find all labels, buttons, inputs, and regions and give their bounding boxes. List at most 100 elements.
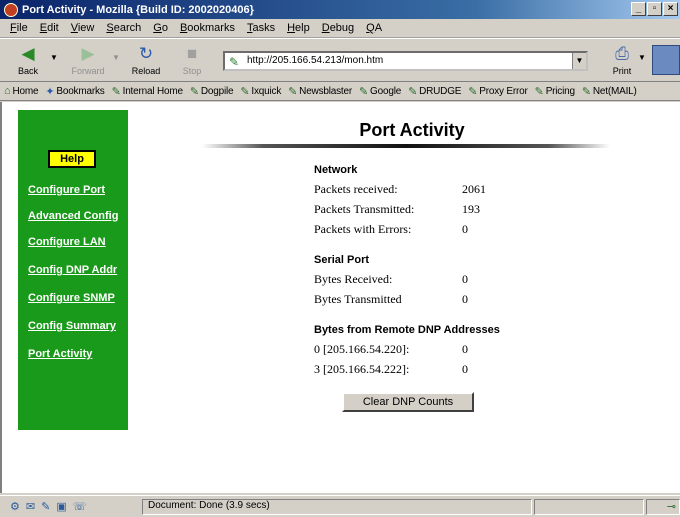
bookmark-icon: ✎ bbox=[534, 85, 544, 98]
status-text: Document: Done (3.9 secs) bbox=[148, 500, 270, 511]
throbber-icon[interactable] bbox=[652, 45, 680, 75]
packets-received-label: Packets received: bbox=[314, 182, 398, 196]
forward-arrow-icon: ▶ bbox=[81, 44, 95, 63]
print-dropdown-icon[interactable]: ▼ bbox=[638, 53, 646, 62]
network-heading: Network bbox=[314, 164, 358, 176]
bytes-transmitted-label: Bytes Transmitted bbox=[314, 292, 402, 306]
navigation-toolbar: ◀ Back ▼ ▶ Forward ▼ ↻ Reload ■ Stop ✎ h… bbox=[0, 38, 680, 82]
page-title: Port Activity bbox=[359, 120, 465, 140]
mozilla-icon bbox=[4, 2, 18, 17]
forward-label: Forward bbox=[71, 66, 105, 76]
back-dropdown-icon[interactable]: ▼ bbox=[50, 53, 58, 62]
print-label: Print bbox=[612, 66, 632, 76]
menu-search[interactable]: Search bbox=[106, 22, 141, 34]
bookmark-icon: ✎ bbox=[189, 85, 199, 98]
packets-transmitted-label: Packets Transmitted: bbox=[314, 202, 415, 216]
sidebar-link-config-dnp-addr[interactable]: Config DNP Addr bbox=[28, 264, 117, 276]
sidebar-link-configure-snmp[interactable]: Configure SNMP bbox=[28, 292, 115, 304]
menu-go[interactable]: Go bbox=[153, 22, 168, 34]
menu-qa[interactable]: QA bbox=[366, 22, 382, 34]
bookmark-newsblaster[interactable]: ✎ Newsblaster bbox=[288, 85, 352, 98]
minimize-button[interactable]: _ bbox=[631, 2, 646, 16]
sidebar-nav: Help Configure Port Advanced Config Conf… bbox=[18, 110, 128, 430]
addressbook-icon[interactable]: ▣ bbox=[56, 500, 66, 513]
site-icon: ✎ bbox=[229, 55, 240, 69]
bookmarks-icon: ✦ bbox=[45, 85, 55, 98]
dnp-heading: Bytes from Remote DNP Addresses bbox=[314, 324, 500, 336]
menu-tasks[interactable]: Tasks bbox=[247, 22, 275, 34]
url-dropdown-icon[interactable]: ▼ bbox=[572, 53, 586, 69]
reload-icon: ↻ bbox=[138, 44, 154, 63]
bookmark-icon: ✎ bbox=[468, 85, 478, 98]
dnp-address-value: 0 bbox=[462, 362, 468, 376]
back-arrow-icon: ◀ bbox=[21, 44, 35, 63]
reload-label: Reload bbox=[131, 66, 161, 76]
sidebar-link-advanced-config[interactable]: Advanced Config bbox=[28, 210, 118, 222]
menu-bookmarks[interactable]: Bookmarks bbox=[180, 22, 235, 34]
navigator-icon[interactable]: ⚙ bbox=[10, 500, 20, 513]
progress-panel bbox=[534, 499, 644, 515]
stop-icon: ■ bbox=[186, 44, 198, 63]
bytes-transmitted-value: 0 bbox=[462, 292, 468, 306]
bookmark-drudge[interactable]: ✎ DRUDGE bbox=[408, 85, 461, 98]
serial-port-heading: Serial Port bbox=[314, 254, 370, 266]
maximize-button[interactable]: ▫ bbox=[647, 2, 662, 16]
url-text: http://205.166.54.213/mon.htm bbox=[247, 55, 384, 66]
status-component-icons: ⚙ ✉ ✎ ▣ ☏ bbox=[0, 500, 140, 513]
bookmark-icon: ✎ bbox=[111, 85, 121, 98]
bookmark-bookmarks[interactable]: ✦ Bookmarks bbox=[45, 85, 104, 98]
menu-edit[interactable]: Edit bbox=[40, 22, 59, 34]
status-bar: ⚙ ✉ ✎ ▣ ☏ Document: Done (3.9 secs) ⊸ bbox=[0, 495, 680, 517]
packets-transmitted-value: 193 bbox=[462, 202, 480, 216]
sidebar-link-configure-lan[interactable]: Configure LAN bbox=[28, 236, 106, 248]
dnp-address-label: 3 [205.166.54.222]: bbox=[314, 362, 410, 376]
back-button[interactable]: ◀ Back bbox=[6, 42, 50, 80]
close-button[interactable]: × bbox=[663, 2, 678, 16]
bookmark-internal-home[interactable]: ✎ Internal Home bbox=[112, 85, 183, 98]
sidebar-link-config-summary[interactable]: Config Summary bbox=[28, 320, 116, 332]
bookmark-icon: ✎ bbox=[408, 85, 418, 98]
bookmark-ixquick[interactable]: ✎ Ixquick bbox=[240, 85, 281, 98]
reload-button[interactable]: ↻ Reload bbox=[124, 42, 168, 80]
bytes-received-label: Bytes Received: bbox=[314, 272, 393, 286]
window-title: Port Activity - Mozilla {Build ID: 20020… bbox=[22, 3, 254, 16]
title-divider bbox=[202, 144, 610, 148]
bookmark-google[interactable]: ✎ Google bbox=[359, 85, 401, 98]
menu-help[interactable]: Help bbox=[287, 22, 310, 34]
bookmark-icon: ✎ bbox=[240, 85, 250, 98]
home-icon: ⌂ bbox=[4, 85, 11, 97]
packets-errors-value: 0 bbox=[462, 222, 468, 236]
menu-bar: File Edit View Search Go Bookmarks Tasks… bbox=[0, 19, 680, 38]
forward-button[interactable]: ▶ Forward bbox=[66, 42, 110, 80]
irc-icon[interactable]: ☏ bbox=[73, 500, 87, 513]
stop-button[interactable]: ■ Stop bbox=[170, 42, 214, 80]
packets-errors-label: Packets with Errors: bbox=[314, 222, 412, 236]
forward-dropdown-icon[interactable]: ▼ bbox=[112, 53, 120, 62]
bookmark-icon: ✎ bbox=[359, 85, 369, 98]
window-controls: _ ▫ × bbox=[631, 2, 678, 16]
menu-file[interactable]: File bbox=[10, 22, 28, 34]
bookmark-dogpile[interactable]: ✎ Dogpile bbox=[190, 85, 234, 98]
window-titlebar: Port Activity - Mozilla {Build ID: 20020… bbox=[0, 0, 680, 19]
url-bar[interactable]: ✎ http://205.166.54.213/mon.htm ▼ bbox=[223, 51, 588, 71]
packets-received-value: 2061 bbox=[462, 182, 486, 196]
printer-icon: ⎙ bbox=[615, 44, 629, 63]
sidebar-link-configure-port[interactable]: Configure Port bbox=[28, 184, 105, 196]
bookmark-proxy-error[interactable]: ✎ Proxy Error bbox=[468, 85, 528, 98]
bookmark-icon: ✎ bbox=[288, 85, 298, 98]
bookmark-netmail[interactable]: ✎ Net(MAIL) bbox=[582, 85, 637, 98]
bookmark-pricing[interactable]: ✎ Pricing bbox=[535, 85, 575, 98]
connection-icon[interactable]: ⊸ bbox=[667, 500, 676, 513]
sidebar-link-port-activity[interactable]: Port Activity bbox=[28, 348, 92, 360]
menu-view[interactable]: View bbox=[71, 22, 95, 34]
stop-label: Stop bbox=[182, 66, 202, 76]
clear-dnp-counts-button[interactable]: Clear DNP Counts bbox=[342, 392, 474, 412]
composer-icon[interactable]: ✎ bbox=[41, 500, 50, 513]
back-label: Back bbox=[17, 66, 38, 76]
dnp-address-label: 0 [205.166.54.220]: bbox=[314, 342, 410, 356]
menu-debug[interactable]: Debug bbox=[322, 22, 354, 34]
bookmark-home[interactable]: ⌂ Home bbox=[4, 85, 39, 97]
bytes-received-value: 0 bbox=[462, 272, 468, 286]
mail-icon[interactable]: ✉ bbox=[26, 500, 35, 513]
help-button[interactable]: Help bbox=[48, 150, 96, 168]
